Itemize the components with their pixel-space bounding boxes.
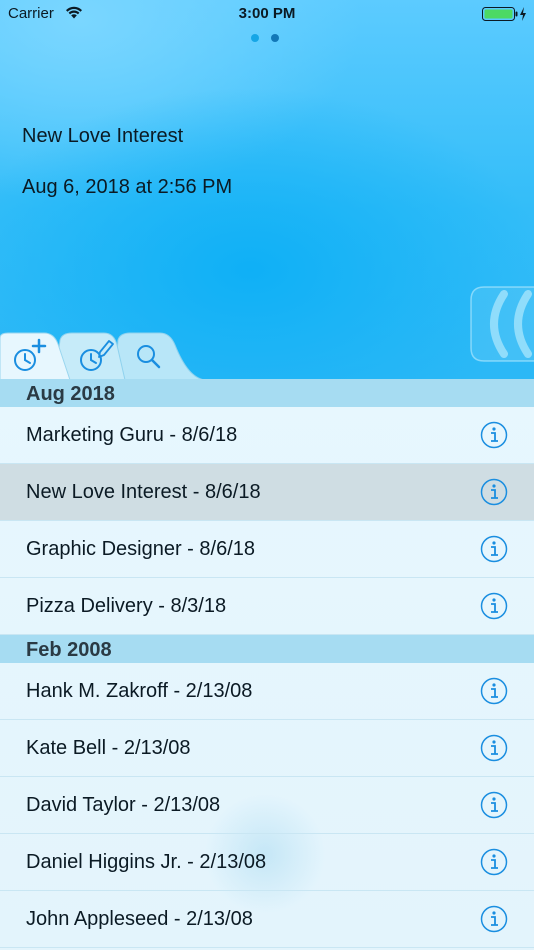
list-item[interactable]: John Appleseed - 2/13/08 xyxy=(0,891,534,948)
add-timer-icon xyxy=(14,338,47,371)
entry-datetime: Aug 6, 2018 at 2:56 PM xyxy=(22,176,233,198)
list-item-label: Graphic Designer - 8/6/18 xyxy=(26,537,256,560)
info-icon[interactable] xyxy=(480,535,508,563)
entries-list[interactable]: Aug 2018 Marketing Guru - 8/6/18 New Love … xyxy=(0,379,534,950)
list-item-label: Kate Bell - 2/13/08 xyxy=(26,736,191,759)
list-item-label: Marketing Guru - 8/6/18 xyxy=(26,423,238,446)
status-time: 3:00 PM xyxy=(238,5,296,22)
list-item[interactable]: New Love Interest - 8/6/18 xyxy=(0,464,534,521)
section-header: Feb 2008 xyxy=(0,635,534,663)
list-item-label: David Taylor - 2/13/08 xyxy=(26,793,221,816)
info-icon[interactable] xyxy=(480,905,508,933)
list-item-label: Pizza Delivery - 8/3/18 xyxy=(26,594,227,617)
page-dot-active xyxy=(271,34,279,42)
list-item[interactable]: Marketing Guru - 8/6/18 xyxy=(0,407,534,464)
page-indicator[interactable] xyxy=(251,34,279,42)
info-icon[interactable] xyxy=(480,734,508,762)
section-header: Aug 2018 xyxy=(0,379,534,407)
tab-edit-timer[interactable] xyxy=(72,330,122,380)
tab-bar xyxy=(0,330,534,380)
tab-add-timer[interactable] xyxy=(6,330,56,380)
info-icon[interactable] xyxy=(480,791,508,819)
list-item[interactable]: Graphic Designer - 8/6/18 xyxy=(0,521,534,578)
list-item[interactable]: Hank M. Zakroff - 2/13/08 xyxy=(0,663,534,720)
info-icon[interactable] xyxy=(480,848,508,876)
status-bar: Carrier 3:00 PM xyxy=(0,0,534,28)
entry-header: Carrier 3:00 PM New Love Interest Aug 6,… xyxy=(0,0,534,380)
info-icon[interactable] xyxy=(480,677,508,705)
info-icon[interactable] xyxy=(480,421,508,449)
edit-timer-icon xyxy=(80,340,114,371)
search-icon xyxy=(137,345,161,369)
list-item-label: New Love Interest - 8/6/18 xyxy=(26,480,261,503)
list-item[interactable]: Daniel Higgins Jr. - 2/13/08 xyxy=(0,834,534,891)
list-item[interactable]: Kate Bell - 2/13/08 xyxy=(0,720,534,777)
page-dot xyxy=(251,34,259,42)
list-item-label: John Appleseed - 2/13/08 xyxy=(26,907,253,930)
info-icon[interactable] xyxy=(480,478,508,506)
entry-title: New Love Interest xyxy=(22,125,184,147)
tab-search[interactable] xyxy=(128,330,172,380)
list-item[interactable]: Pizza Delivery - 8/3/18 xyxy=(0,578,534,635)
list-item[interactable]: David Taylor - 2/13/08 xyxy=(0,777,534,834)
battery-icon xyxy=(482,6,528,27)
info-icon[interactable] xyxy=(480,592,508,620)
list-item-label: Hank M. Zakroff - 2/13/08 xyxy=(26,679,253,702)
list-item-label: Daniel Higgins Jr. - 2/13/08 xyxy=(26,850,267,873)
